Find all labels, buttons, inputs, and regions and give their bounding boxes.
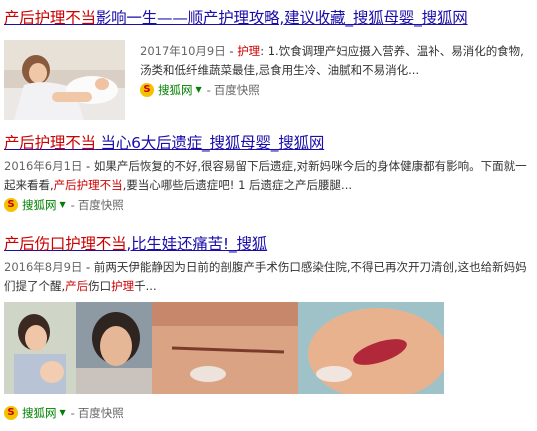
search-result: 产后伤口护理不当,比生娃还痛苦!_搜狐 2016年8月9日 - 前两天伊能静因为…: [4, 234, 534, 296]
snippet-highlight: 产后: [65, 279, 89, 293]
result-image-strip: [4, 302, 444, 394]
result-thumbnail-mother-baby[interactable]: [4, 40, 125, 120]
separator: -: [70, 198, 75, 212]
result-date: 2017年10月9日: [140, 44, 226, 58]
result-title-link[interactable]: 产后护理不当影响一生——顺产护理攻略,建议收藏_搜狐母婴_搜狐网: [4, 8, 534, 28]
chevron-down-icon[interactable]: ▼: [196, 82, 202, 98]
result-image-mother-face[interactable]: [76, 302, 152, 394]
chevron-down-icon[interactable]: ▼: [60, 405, 66, 421]
snapshot-link[interactable]: 百度快照: [78, 197, 124, 213]
title-text: 当心6大后遗症_搜狐母婴_搜狐网: [95, 134, 325, 152]
sohu-logo-icon: S: [4, 198, 18, 212]
source-name-link[interactable]: 搜狐网: [22, 405, 57, 421]
source-name-link[interactable]: 搜狐网: [22, 197, 57, 213]
result-snippet: 2016年8月9日 - 前两天伊能静因为日前的剖腹产手术伤口感染住院,不得已再次…: [4, 258, 534, 296]
result-image-scar[interactable]: [152, 302, 298, 394]
title-highlight: 产后护理不当: [4, 9, 96, 27]
result-source: S 搜狐网 ▼ - 百度快照: [4, 405, 534, 421]
result-source: S 搜狐网 ▼ - 百度快照: [140, 82, 534, 98]
sohu-logo-icon: S: [4, 406, 18, 420]
snapshot-link[interactable]: 百度快照: [78, 405, 124, 421]
result-title-link[interactable]: 产后护理不当 当心6大后遗症_搜狐母婴_搜狐网: [4, 133, 534, 153]
result-snippet: 2016年6月1日 - 如果产后恢复的不好,很容易留下后遗症,对新妈咪今后的身体…: [4, 157, 534, 195]
result-snippet: 2017年10月9日 - 护理: 1.饮食调理产妇应摄入营养、温补、易消化的食物…: [140, 42, 534, 80]
snippet-text: 伤口: [88, 279, 112, 293]
result-source-row: S 搜狐网 ▼ - 百度快照: [4, 405, 534, 421]
result-image-mother-child[interactable]: [4, 302, 76, 394]
separator: -: [206, 83, 211, 97]
chevron-down-icon[interactable]: ▼: [60, 197, 66, 213]
snippet-text: 千...: [134, 279, 157, 293]
search-result: 产后护理不当 当心6大后遗症_搜狐母婴_搜狐网 2016年6月1日 - 如果产后…: [4, 133, 534, 213]
snippet-text: -: [225, 44, 238, 58]
search-result: 产后护理不当影响一生——顺产护理攻略,建议收藏_搜狐母婴_搜狐网: [4, 8, 534, 28]
title-highlight: 产后护理不当: [4, 134, 96, 152]
sohu-logo-icon: S: [140, 83, 154, 97]
snippet-highlight: 产后护理不当: [53, 178, 123, 192]
title-text: 影响一生——顺产护理攻略,建议收藏_搜狐母婴_搜狐网: [95, 9, 468, 27]
snippet-highlight: 护理: [111, 279, 135, 293]
result-date: 2016年6月1日: [4, 159, 83, 173]
snapshot-link[interactable]: 百度快照: [214, 82, 260, 98]
source-name-link[interactable]: 搜狐网: [158, 82, 193, 98]
title-text: ,比生娃还痛苦!_搜狐: [126, 235, 268, 253]
result-body: 2017年10月9日 - 护理: 1.饮食调理产妇应摄入营养、温补、易消化的食物…: [140, 42, 534, 98]
result-date: 2016年8月9日: [4, 260, 83, 274]
separator: -: [70, 406, 75, 420]
snippet-text: ,要当心哪些后遗症吧! 1 后遗症之产后腰腿...: [122, 178, 353, 192]
title-highlight: 产后伤口护理不当: [4, 235, 127, 253]
result-title-link[interactable]: 产后伤口护理不当,比生娃还痛苦!_搜狐: [4, 234, 534, 254]
snippet-highlight: 护理: [237, 44, 261, 58]
result-image-wound[interactable]: [298, 302, 444, 394]
result-source: S 搜狐网 ▼ - 百度快照: [4, 197, 534, 213]
